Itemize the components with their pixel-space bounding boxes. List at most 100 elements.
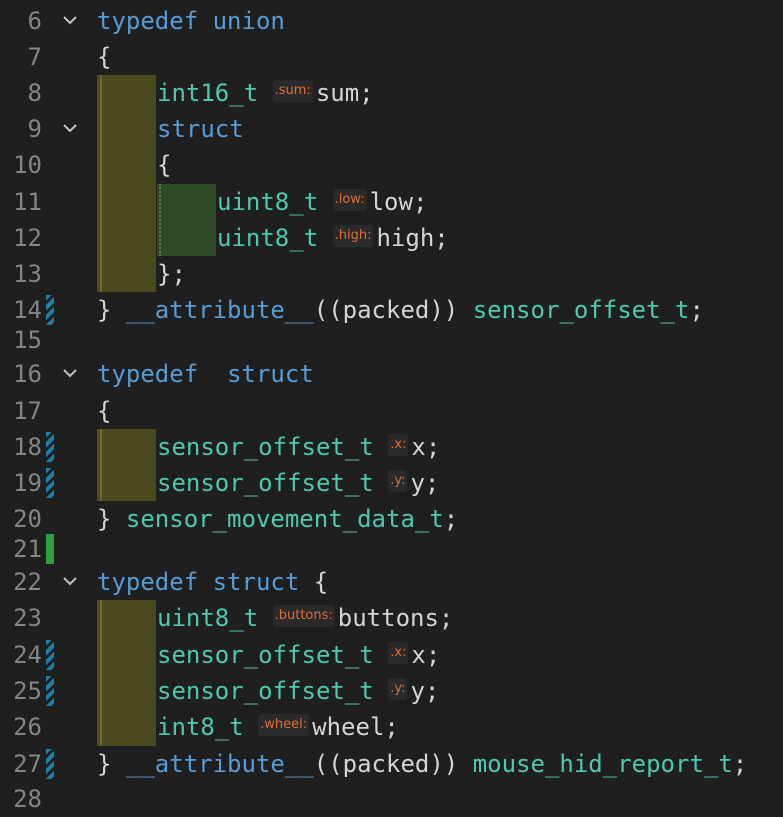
code-text[interactable]: uint8_t .high: high; [217, 220, 449, 256]
keyword-token: typedef [97, 568, 199, 596]
text-token: y; [410, 469, 440, 497]
modified-line-marker[interactable] [46, 676, 54, 706]
code-line[interactable]: 16 typedef struct [0, 356, 783, 392]
code-line[interactable]: 25 sensor_offset_t .y: y; [0, 673, 783, 709]
line-number: 13 [13, 260, 42, 288]
code-text[interactable]: typedef struct { [97, 564, 328, 600]
code-text[interactable]: uint8_t .buttons: buttons; [157, 600, 453, 636]
keyword-token: struct [157, 115, 244, 143]
keyword-token: union [212, 7, 285, 35]
line-number: 26 [13, 713, 42, 741]
type-token: sensor_offset_t [157, 677, 374, 705]
code-line[interactable]: 10 { [0, 147, 783, 183]
code-editor[interactable]: { "lines": [ {"n":"6","mark":"","fold":t… [0, 0, 783, 813]
chevron-down-icon[interactable] [62, 564, 78, 600]
code-line[interactable]: 22 typedef struct { [0, 564, 783, 600]
code-text[interactable]: sensor_offset_t .x: x; [157, 429, 440, 465]
inlay-hint: .x: [388, 434, 409, 456]
type-token: uint8_t [217, 188, 319, 216]
text-token: } [97, 505, 126, 533]
code-text[interactable]: typedef union [97, 3, 285, 39]
line-number: 21 [13, 535, 42, 563]
text-token: buttons; [337, 604, 454, 632]
inlay-hint: .y: [388, 470, 408, 492]
inlay-hint: .sum: [272, 80, 313, 102]
code-line[interactable]: 13}; [0, 256, 783, 292]
type-token: uint8_t [217, 224, 319, 252]
code-text[interactable]: sensor_offset_t .y: y; [157, 465, 439, 501]
text-token: } [97, 296, 126, 324]
code-line[interactable]: 23 uint8_t .buttons: buttons; [0, 600, 783, 636]
line-number: 25 [13, 677, 42, 705]
line-number: 22 [13, 568, 42, 596]
chevron-down-icon[interactable] [62, 3, 78, 39]
inlay-hint: .x: [388, 642, 409, 664]
text-token: ; [443, 505, 459, 533]
code-line[interactable]: 6 typedef union [0, 3, 783, 39]
inlay-hint: .wheel: [258, 714, 310, 736]
inlay-hint: .high: [332, 225, 374, 247]
line-number: 24 [13, 641, 42, 669]
modified-line-marker[interactable] [46, 468, 54, 498]
code-text[interactable]: int8_t .wheel: wheel; [157, 709, 399, 745]
code-line[interactable]: 12 uint8_t .high: high; [0, 220, 783, 256]
code-line[interactable]: 21 [0, 531, 783, 567]
code-line[interactable]: 9 struct [0, 111, 783, 147]
text-token: high; [376, 224, 449, 252]
code-line[interactable]: 15 [0, 322, 783, 358]
code-line[interactable]: 11 uint8_t .low: low; [0, 184, 783, 220]
keyword-token: struct [227, 360, 314, 388]
text-token: x; [411, 433, 441, 461]
type-token: sensor_offset_t [157, 433, 374, 461]
text-token: sum; [315, 79, 374, 107]
line-number: 11 [13, 188, 42, 216]
code-text[interactable]: sensor_offset_t .x: x; [157, 637, 440, 673]
modified-line-marker[interactable] [46, 640, 54, 670]
code-text[interactable]: } __attribute__((packed)) mouse_hid_repo… [97, 746, 747, 782]
line-number: 10 [13, 151, 42, 179]
code-text[interactable]: struct [157, 111, 244, 147]
modified-line-marker[interactable] [46, 432, 54, 462]
inlay-hint: .y: [388, 678, 408, 700]
type-token: sensor_offset_t [157, 469, 374, 497]
type-token: int16_t [157, 79, 259, 107]
code-text[interactable]: uint8_t .low: low; [217, 184, 427, 220]
text-token: { [299, 568, 329, 596]
chevron-down-icon[interactable] [62, 111, 78, 147]
modified-line-marker[interactable] [46, 749, 54, 779]
keyword-token: struct [212, 568, 300, 596]
code-line[interactable]: 24 sensor_offset_t .x: x; [0, 637, 783, 673]
code-text[interactable]: { [97, 393, 111, 429]
keyword-token: __attribute__ [125, 296, 314, 324]
type-token: sensor_offset_t [157, 641, 374, 669]
code-line[interactable]: 19 sensor_offset_t .y: y; [0, 465, 783, 501]
chevron-down-icon[interactable] [62, 356, 78, 392]
modified-line-marker[interactable] [46, 295, 54, 325]
code-line[interactable]: 28 [0, 781, 783, 817]
code-text[interactable]: sensor_offset_t .y: y; [157, 673, 439, 709]
code-text[interactable]: }; [157, 256, 186, 292]
line-number: 16 [13, 360, 42, 388]
text-token: low; [369, 188, 428, 216]
code-line[interactable]: 27} __attribute__((packed)) mouse_hid_re… [0, 746, 783, 782]
code-line[interactable]: 8 int16_t .sum: sum; [0, 75, 783, 111]
type-token: sensor_movement_data_t [125, 505, 444, 533]
code-line[interactable]: 17 { [0, 393, 783, 429]
code-text[interactable]: typedef struct [97, 356, 314, 392]
code-line[interactable]: 7{ [0, 39, 783, 75]
text-token: ((packed)) [313, 296, 473, 324]
code-line[interactable]: 18 sensor_offset_t .x: x; [0, 429, 783, 465]
line-number: 19 [13, 469, 42, 497]
code-text[interactable]: { [97, 39, 111, 75]
code-text[interactable]: { [157, 147, 171, 183]
text-token: { [157, 151, 172, 179]
code-line[interactable]: 26 int8_t .wheel: wheel; [0, 709, 783, 745]
code-text[interactable]: int16_t .sum: sum; [157, 75, 374, 111]
added-line-marker[interactable] [46, 534, 54, 564]
